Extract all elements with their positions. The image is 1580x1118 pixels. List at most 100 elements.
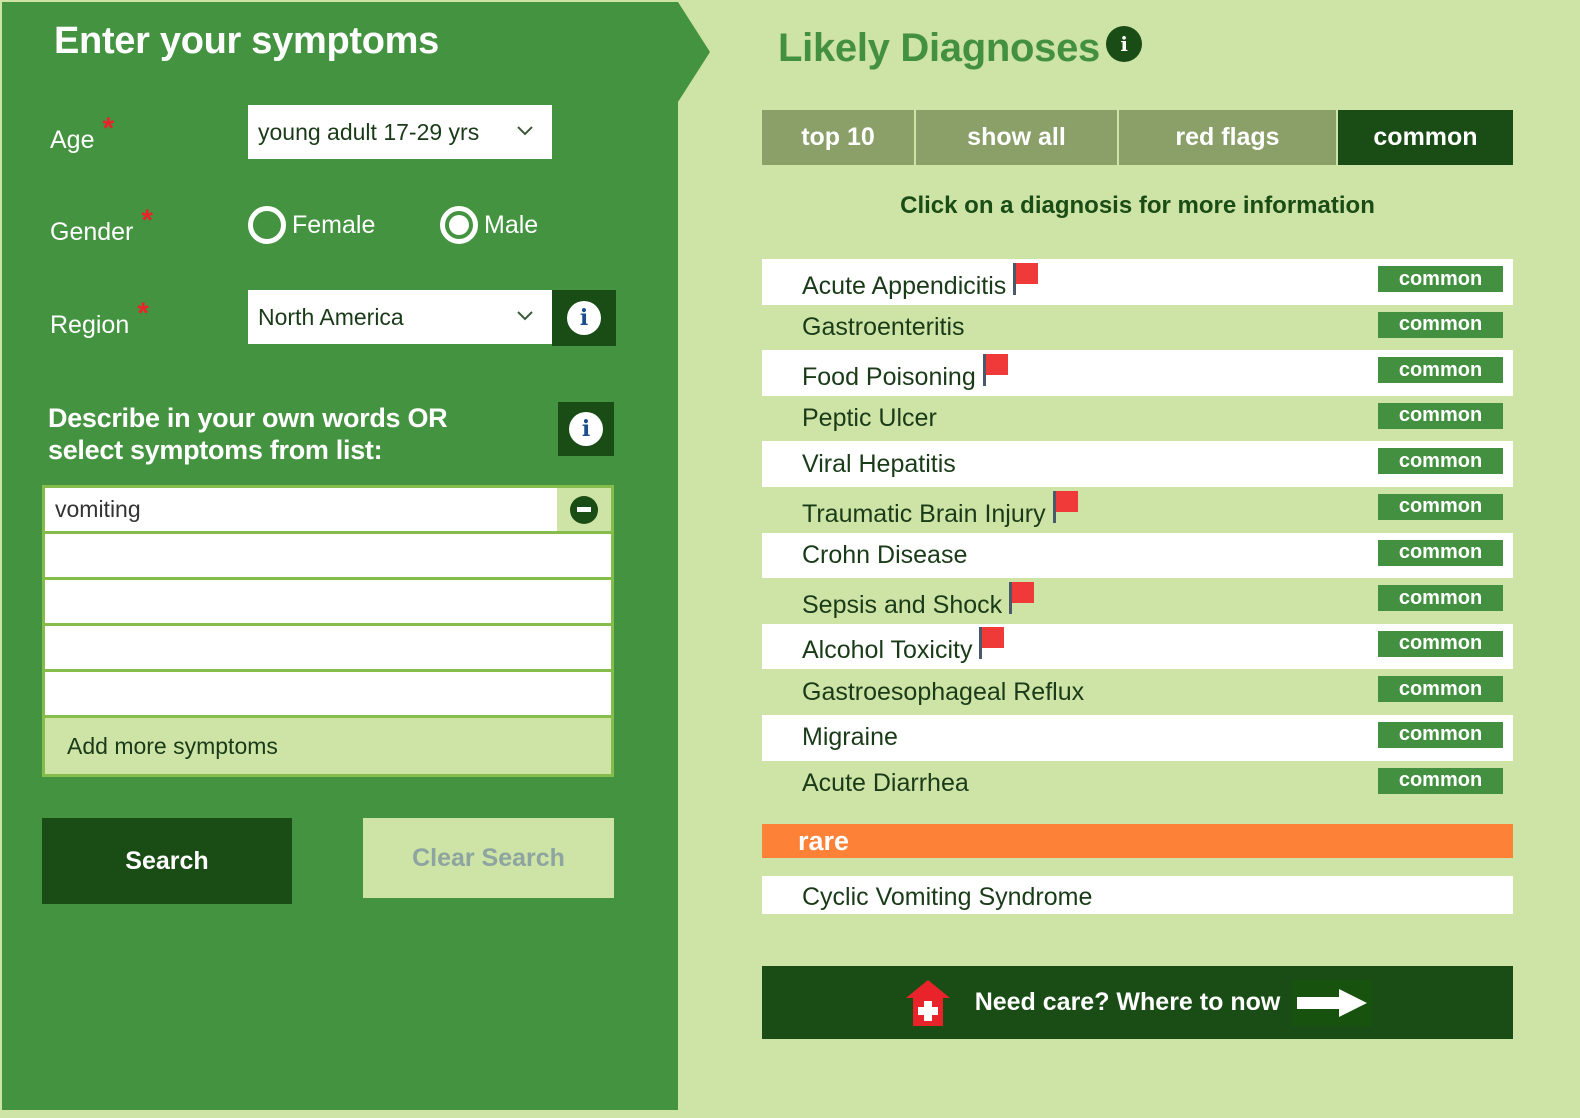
diagnosis-name: Cyclic Vomiting Syndrome xyxy=(802,883,1093,911)
frequency-badge: common xyxy=(1378,539,1503,566)
red-flag-icon xyxy=(979,627,1005,660)
frequency-badge: common xyxy=(1378,721,1503,748)
diagnosis-row[interactable]: Sepsis and Shock common xyxy=(762,578,1513,624)
frequency-badge: common xyxy=(1378,630,1503,657)
symptom-input[interactable] xyxy=(45,672,611,715)
diagnosis-row[interactable]: Cyclic Vomiting Syndrome xyxy=(762,876,1513,914)
info-icon[interactable]: i xyxy=(1106,25,1142,62)
diagnosis-row[interactable]: Migraine common xyxy=(762,714,1513,761)
tab-top-10[interactable]: top 10 xyxy=(762,110,916,165)
radio-label: Male xyxy=(484,210,539,239)
frequency-badge: common xyxy=(1378,311,1503,338)
frequency-badge: common xyxy=(1378,266,1503,292)
minus-circle-icon xyxy=(570,495,598,524)
remove-symptom-button[interactable] xyxy=(557,488,611,531)
red-flag-icon xyxy=(982,353,1009,386)
symptom-input-value: vomiting xyxy=(55,496,141,522)
frequency-badge: common xyxy=(1378,493,1503,520)
info-icon: i xyxy=(569,412,603,446)
diagnosis-name: Migraine xyxy=(802,723,898,752)
diagnosis-name: Viral Hepatitis xyxy=(802,449,956,478)
diagnosis-list: Acute Appendicitis common Gastroenteritis c… xyxy=(762,259,1513,806)
frequency-badge: common xyxy=(1378,676,1503,703)
diagnosis-name: Traumatic Brain Injury xyxy=(802,499,1046,528)
describe-line-2: select symptoms from list: xyxy=(48,435,383,465)
frequency-badge: common xyxy=(1378,357,1503,384)
diagnosis-name: Gastroesophageal Reflux xyxy=(802,677,1085,706)
hospital-house-icon xyxy=(905,979,950,1026)
diagnosis-row[interactable]: Viral Hepatitis common xyxy=(762,441,1513,487)
frequency-badge: common xyxy=(1378,402,1503,429)
diagnosis-name: Acute Appendicitis xyxy=(802,271,1007,300)
region-select-value: North America xyxy=(258,303,404,330)
diagnosis-row[interactable]: Traumatic Brain Injury common xyxy=(762,487,1513,533)
diagnosis-row[interactable]: Gastroenteritis common xyxy=(762,305,1513,351)
region-select[interactable]: North America xyxy=(248,290,552,344)
diagnosis-name: Alcohol Toxicity xyxy=(802,636,973,665)
diagnosis-row[interactable]: Food Poisoning common xyxy=(762,350,1513,396)
symptom-input[interactable] xyxy=(45,534,611,577)
age-select[interactable]: young adult 17-29 yrs xyxy=(248,105,552,159)
symptoms-title: Enter your symptoms xyxy=(54,20,439,62)
red-flag-icon xyxy=(1013,262,1039,295)
gender-radio-male[interactable]: Male xyxy=(440,206,538,244)
symptom-list: vomiting Add more symptoms xyxy=(42,485,614,777)
tab-common[interactable]: common xyxy=(1338,110,1513,165)
age-label: Age * xyxy=(50,112,114,156)
diagnosis-name: Food Poisoning xyxy=(802,362,976,391)
clear-search-button[interactable]: Clear Search xyxy=(363,818,614,898)
diagnosis-row[interactable]: Crohn Disease common xyxy=(762,532,1513,579)
radio-label: Female xyxy=(292,210,376,239)
need-care-button[interactable]: Need care? Where to now xyxy=(762,966,1513,1039)
arrow-right-icon xyxy=(1292,979,1373,1026)
red-flag-icon xyxy=(1009,581,1035,614)
diagnosis-name: Acute Diarrhea xyxy=(802,768,969,797)
diagnoses-title: Likely Diagnoses i xyxy=(778,25,1142,71)
radio-selected-icon xyxy=(440,206,478,244)
search-button[interactable]: Search xyxy=(42,818,292,904)
required-asterisk: * xyxy=(137,297,149,330)
region-label-text: Region xyxy=(50,311,130,339)
radio-unselected-icon xyxy=(248,206,286,244)
diagnosis-row[interactable]: Peptic Ulcer common xyxy=(762,396,1513,442)
symptom-input[interactable]: vomiting xyxy=(45,488,611,531)
add-more-symptoms-button[interactable]: Add more symptoms xyxy=(45,718,611,774)
diagnosis-row[interactable]: Alcohol Toxicity common xyxy=(762,623,1513,670)
tab-red-flags[interactable]: red flags xyxy=(1119,110,1338,165)
symptom-checker-page: Enter your symptoms Age * young adult 17-… xyxy=(0,0,1580,1118)
frequency-badge: common xyxy=(1378,585,1503,612)
required-asterisk: * xyxy=(102,112,115,145)
rare-section-header: rare xyxy=(762,824,1513,858)
age-label-text: Age xyxy=(50,126,95,154)
gender-label-text: Gender xyxy=(50,218,134,246)
frequency-badge: common xyxy=(1378,767,1503,794)
symptom-input[interactable] xyxy=(45,626,611,669)
info-icon: i xyxy=(567,301,601,335)
describe-info-button[interactable]: i xyxy=(558,402,614,456)
diagnosis-row[interactable]: Gastroesophageal Reflux common xyxy=(762,669,1513,715)
symptom-input[interactable] xyxy=(45,580,611,623)
frequency-badge: common xyxy=(1378,448,1503,475)
chevron-down-icon xyxy=(517,311,533,321)
diagnoses-title-text: Likely Diagnoses xyxy=(778,26,1100,70)
instruction-text: Click on a diagnosis for more informatio… xyxy=(900,192,1375,219)
describe-line-1: Describe in your own words OR xyxy=(48,403,448,433)
diagnosis-row[interactable]: Acute Appendicitis common xyxy=(762,259,1513,305)
panel-arrow-decoration xyxy=(676,2,710,102)
chevron-down-icon xyxy=(517,126,533,136)
diagnosis-name: Gastroenteritis xyxy=(802,312,965,341)
describe-heading: Describe in your own words OR select sym… xyxy=(48,402,448,466)
filter-tabs: top 10 show all red flags common xyxy=(762,110,1513,165)
red-flag-icon xyxy=(1052,490,1079,523)
required-asterisk: * xyxy=(141,204,154,237)
age-select-value: young adult 17-29 yrs xyxy=(258,118,480,145)
region-info-button[interactable]: i xyxy=(552,290,616,346)
diagnosis-name: Sepsis and Shock xyxy=(802,590,1003,619)
diagnosis-name: Crohn Disease xyxy=(802,540,968,569)
gender-label: Gender * xyxy=(50,204,153,248)
gender-radio-female[interactable]: Female xyxy=(248,206,375,244)
tab-show-all[interactable]: show all xyxy=(916,110,1119,165)
diagnosis-row[interactable]: Acute Diarrhea common xyxy=(762,761,1513,807)
region-label: Region * xyxy=(50,297,149,341)
need-care-label: Need care? Where to now xyxy=(974,988,1281,1016)
